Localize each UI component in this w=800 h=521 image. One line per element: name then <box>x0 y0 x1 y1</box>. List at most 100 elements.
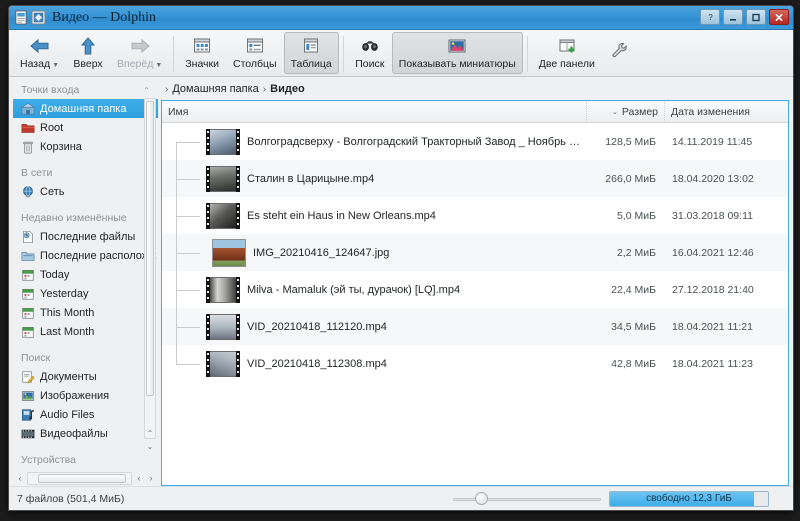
show-previews-label: Показывать миниатюры <box>398 58 516 70</box>
image-thumbnail <box>212 238 246 267</box>
column-header-name-label: Имя <box>168 105 189 118</box>
view-icons-button[interactable]: Значки <box>178 32 226 74</box>
column-header-name[interactable]: Имя <box>162 101 586 122</box>
places-vertical-scroll-thumb[interactable] <box>146 101 154 396</box>
view-icons-icon <box>194 38 211 53</box>
places-horizontal-scroll-thumb[interactable] <box>38 473 126 483</box>
table-row[interactable]: Сталин в Царицыне.mp4 266,0 МиБ 18.04.20… <box>162 160 788 197</box>
chevron-down-icon[interactable]: ▼ <box>155 62 162 69</box>
find-button[interactable]: Поиск <box>348 32 392 74</box>
file-list-view[interactable]: Имя ⌄ Размер Дата изменения Волгоградсве… <box>161 100 789 486</box>
video-thumbnail <box>206 165 240 192</box>
table-row[interactable]: Es steht ein Haus in New Orleans.mp4 5,0… <box>162 197 788 234</box>
wrench-icon <box>612 42 627 58</box>
places-section-recent-header[interactable]: Недавно изменённые <box>13 208 158 227</box>
help-button[interactable]: ? <box>700 9 720 25</box>
calendar-icon <box>22 326 34 338</box>
zoom-slider-handle[interactable] <box>475 491 488 505</box>
scroll-left-icon[interactable]: ‹ <box>15 473 25 483</box>
places-section-search-header[interactable]: Поиск <box>13 348 158 367</box>
breadcrumb-video[interactable]: Видео <box>270 83 305 95</box>
column-header-date[interactable]: Дата изменения <box>664 101 788 122</box>
column-header-size-label: Размер <box>621 105 658 118</box>
tree-branch <box>176 160 206 197</box>
scroll-right-icon[interactable]: › <box>146 473 156 483</box>
file-size: 2,2 МиБ <box>616 246 656 259</box>
sidebar-item-recent-files[interactable]: Последние файлы <box>13 227 158 246</box>
scroll-down-icon[interactable]: ⌄ <box>147 442 154 451</box>
sidebar-item-today[interactable]: Today <box>13 265 158 284</box>
split-view-button[interactable]: Две панели <box>532 32 602 74</box>
show-previews-button[interactable]: Показывать миниатюры <box>391 32 523 74</box>
split-panels-icon <box>559 39 575 53</box>
close-button[interactable] <box>769 9 789 25</box>
places-vertical-scrollbar[interactable] <box>144 98 156 439</box>
dolphin-window: Видео — Dolphin ? Назад ▼ Вверх Вперёд ▼… <box>8 5 794 511</box>
view-columns-button[interactable]: Столбцы <box>226 32 284 74</box>
sidebar-item-label: Домашняя папка <box>40 102 127 115</box>
arrow-left-icon <box>29 38 49 54</box>
column-header-size[interactable]: ⌄ Размер <box>586 101 664 122</box>
up-button-label: Вверх <box>73 58 103 70</box>
tree-branch <box>176 197 206 234</box>
places-horizontal-scrollbar[interactable]: ‹ ‹ › <box>13 470 158 486</box>
places-section-devices-header[interactable]: Устройства <box>13 450 158 469</box>
sidebar-item-home[interactable]: Домашняя папка <box>13 99 158 118</box>
chevron-up-icon[interactable]: ⌃ <box>143 86 150 95</box>
back-button-label: Назад <box>20 58 51 70</box>
video-thumbnail <box>206 313 240 340</box>
file-size: 266,0 МиБ <box>605 172 656 185</box>
sidebar-item-label: This Month <box>40 306 95 319</box>
places-section-entry-points-header[interactable]: Точки входа ⌃ <box>13 80 158 99</box>
maximize-button[interactable] <box>746 9 766 25</box>
breadcrumb-home[interactable]: Домашняя папка <box>172 83 258 95</box>
sidebar-item-this-month[interactable]: This Month <box>13 303 158 322</box>
forward-button[interactable]: Вперёд ▼ <box>110 32 169 74</box>
table-row[interactable]: VID_20210418_112120.mp4 34,5 МиБ 18.04.2… <box>162 308 788 345</box>
file-name-cell: Es steht ein Haus in New Orleans.mp4 <box>162 202 586 229</box>
configure-button[interactable] <box>602 32 638 74</box>
tree-branch <box>176 308 206 345</box>
calendar-icon <box>22 288 34 300</box>
sidebar-item-video-files[interactable]: Видеофайлы <box>13 424 158 443</box>
sidebar-item-network[interactable]: Сеть <box>13 182 158 201</box>
places-section-network-header[interactable]: В сети <box>13 163 158 182</box>
back-button[interactable]: Назад ▼ <box>13 32 66 74</box>
titlebar[interactable]: Видео — Dolphin ? <box>9 6 793 30</box>
file-date: 27.12.2018 21:40 <box>672 283 754 296</box>
sidebar-item-last-month[interactable]: Last Month <box>13 322 158 341</box>
sidebar-item-images[interactable]: Изображения <box>13 386 158 405</box>
status-text: 7 файлов (501,4 МиБ) <box>17 492 125 505</box>
sidebar-item-audio-files[interactable]: Audio Files <box>13 405 158 424</box>
sidebar-item-recent-locations[interactable]: Последние расположж <box>13 246 158 265</box>
table-row[interactable]: Milva - Mamaluk (эй ты, дурачок) [LQ].mp… <box>162 271 788 308</box>
free-space-indicator[interactable]: свободно 12,3 ГиБ <box>609 490 769 507</box>
resize-grip[interactable] <box>777 492 787 506</box>
section-title: Недавно изменённые <box>21 212 127 224</box>
toolbar-separator <box>173 36 175 72</box>
sidebar-item-root[interactable]: Root <box>13 118 158 137</box>
chevron-down-icon[interactable]: ▼ <box>52 62 59 69</box>
sidebar-item-yesterday[interactable]: Yesterday <box>13 284 158 303</box>
sidebar-item-label: Последние расположж <box>40 249 157 262</box>
table-row[interactable]: VID_20210418_112308.mp4 42,8 МиБ 18.04.2… <box>162 345 788 382</box>
sidebar-item-documents[interactable]: Документы <box>13 367 158 386</box>
scroll-left-icon-2[interactable]: ‹ <box>134 473 144 483</box>
breadcrumb[interactable]: › Домашняя папка › Видео <box>161 80 789 100</box>
up-button[interactable]: Вверх <box>66 32 110 74</box>
desktop-background: Видео — Dolphin ? Назад ▼ Вверх Вперёд ▼… <box>0 0 800 521</box>
table-row[interactable]: Волгоградсверху - Волгоградский Тракторн… <box>162 123 788 160</box>
places-list[interactable]: Точки входа ⌃ Домашняя папка Root Корзин… <box>13 80 158 469</box>
view-details-button[interactable]: Таблица <box>283 32 339 74</box>
table-row[interactable]: IMG_20210416_124647.jpg 2,2 МиБ 16.04.20… <box>162 234 788 271</box>
zoom-slider[interactable] <box>453 491 601 506</box>
places-scroll-arrows[interactable]: ⌃ ⌄ <box>144 427 156 453</box>
sidebar-item-trash[interactable]: Корзина <box>13 137 158 156</box>
file-date: 18.04.2020 13:02 <box>672 172 754 185</box>
minimize-button[interactable] <box>723 9 743 25</box>
scroll-up-icon[interactable]: ⌃ <box>147 429 154 438</box>
places-panel: Точки входа ⌃ Домашняя папка Root Корзин… <box>13 80 158 486</box>
tree-branch <box>176 345 206 382</box>
places-horizontal-scroll-track[interactable] <box>27 471 132 485</box>
